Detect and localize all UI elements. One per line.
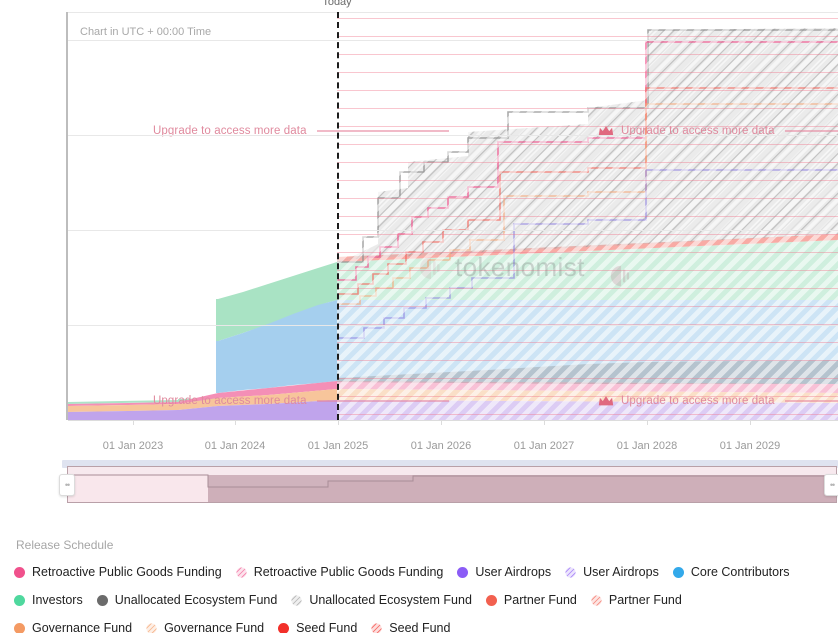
utc-timezone-note: Chart in UTC + 00:00 Time <box>80 26 212 38</box>
banner-rule <box>784 400 838 402</box>
watermark-tokenomist: tokenomist <box>417 252 585 283</box>
gridline <box>68 135 838 136</box>
legend-item[interactable]: Unallocated Ecosystem Fund <box>96 590 278 610</box>
legend-swatch <box>14 566 25 578</box>
tokenomist-logo-icon <box>420 256 440 279</box>
legend-title: Release Schedule <box>16 538 114 552</box>
locked-forecast-overlay[interactable] <box>337 12 838 420</box>
legend-swatch <box>14 622 25 633</box>
gridline <box>68 40 838 41</box>
legend-item[interactable]: Retroactive Public Goods Funding <box>14 562 222 582</box>
handle-grip: •• <box>64 479 70 490</box>
crown-icon <box>598 396 614 406</box>
legend-item[interactable]: Partner Fund <box>591 590 682 610</box>
legend-swatch <box>14 594 25 606</box>
today-marker-line <box>337 12 339 420</box>
legend-swatch <box>485 594 497 606</box>
legend-item-label: User Airdrops <box>475 565 552 579</box>
x-tick-label: 01 Jan 2024 <box>204 440 266 452</box>
upgrade-banner-bottom-left[interactable]: Upgrade to access more data <box>153 395 459 407</box>
legend-item-label: Investors <box>32 593 83 607</box>
legend-item[interactable]: Partner Fund <box>485 590 577 610</box>
legend-item-label: Seed Fund <box>389 621 451 633</box>
legend-item-label: Core Contributors <box>690 565 790 579</box>
legend-item[interactable]: Seed Fund <box>371 618 450 633</box>
legend-item-label: Partner Fund <box>608 593 682 607</box>
x-tick-label: 01 Jan 2029 <box>719 440 781 452</box>
upgrade-label: Upgrade to access more data <box>153 395 307 407</box>
gridline <box>68 12 838 13</box>
today-marker-label: Today <box>322 0 352 8</box>
legend-swatch-hatched <box>146 622 157 633</box>
legend-item[interactable]: Governance Fund <box>14 618 132 633</box>
watermark-text: tokenomist <box>455 252 585 282</box>
navigator-handle-left[interactable]: •• <box>59 474 75 496</box>
handle-grip: •• <box>829 479 835 490</box>
legend-item[interactable]: User Airdrops <box>565 562 659 582</box>
legend-swatch <box>672 566 684 578</box>
navigator-selection[interactable] <box>67 466 837 503</box>
legend-item-label: Governance Fund <box>32 621 133 633</box>
chart-panel: tokenomist Upgrade to access more data U… <box>0 0 838 455</box>
legend-item-label: Retroactive Public Goods Funding <box>32 565 222 579</box>
legend-item-label: Unallocated Ecosystem Fund <box>114 593 278 607</box>
x-tick-label: 01 Jan 2027 <box>513 440 575 452</box>
plot-area[interactable]: tokenomist Upgrade to access more data U… <box>68 12 838 420</box>
legend-item-label: Unallocated Ecosystem Fund <box>309 593 472 607</box>
upgrade-banner-bottom-right[interactable]: Upgrade to access more data <box>598 395 838 407</box>
legend-item[interactable]: User Airdrops <box>457 562 551 582</box>
x-tick-label: 01 Jan 2023 <box>102 440 164 452</box>
legend-item[interactable]: Governance Fund <box>146 618 264 633</box>
legend: Release Schedule Retroactive Public Good… <box>0 512 838 633</box>
navigator-handle-right[interactable]: •• <box>824 474 838 496</box>
legend-item[interactable]: Retroactive Public Goods Funding <box>236 562 444 582</box>
legend-item-label: Seed Fund <box>296 621 358 633</box>
gridline <box>68 230 838 231</box>
legend-swatch-hatched <box>291 594 302 606</box>
legend-item[interactable]: Seed Fund <box>278 618 357 633</box>
tokenomics-release-schedule-chart: tokenomist Upgrade to access more data U… <box>0 0 838 633</box>
legend-item-list: Retroactive Public Goods Funding Retroact… <box>14 562 826 633</box>
x-axis <box>68 420 838 421</box>
legend-item[interactable]: Investors <box>14 590 83 610</box>
legend-swatch <box>278 622 290 633</box>
navigator-preview-series <box>68 474 836 502</box>
legend-item[interactable]: Core Contributors <box>672 562 790 582</box>
legend-swatch-hatched <box>371 622 382 633</box>
legend-swatch-hatched <box>591 594 602 606</box>
x-tick-label: 01 Jan 2026 <box>410 440 472 452</box>
legend-swatch <box>457 566 469 578</box>
range-navigator[interactable]: •• •• <box>59 456 838 506</box>
legend-swatch-hatched <box>565 566 576 578</box>
legend-item-label: Retroactive Public Goods Funding <box>253 565 444 579</box>
upgrade-label: Upgrade to access more data <box>621 395 775 407</box>
legend-item[interactable]: Unallocated Ecosystem Fund <box>291 590 472 610</box>
tokenomist-logo-icon <box>610 265 630 287</box>
legend-item-label: Governance Fund <box>164 621 265 633</box>
forecast-rule-lines <box>337 12 838 420</box>
y-axis <box>66 12 68 420</box>
legend-item-label: Partner Fund <box>503 593 577 607</box>
legend-swatch <box>96 594 108 606</box>
legend-item-label: User Airdrops <box>583 565 659 579</box>
x-tick-label: 01 Jan 2025 <box>307 440 369 452</box>
x-tick-label: 01 Jan 2028 <box>616 440 678 452</box>
banner-rule <box>784 130 838 132</box>
gridline <box>68 325 838 326</box>
legend-swatch-hatched <box>236 566 247 578</box>
